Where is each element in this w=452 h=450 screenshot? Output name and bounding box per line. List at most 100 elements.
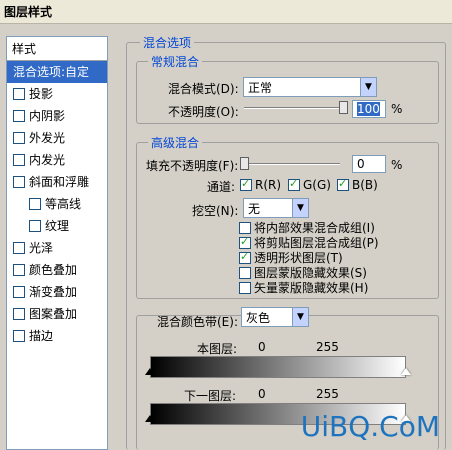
advanced-option-label: 矢量蒙版隐藏效果(H) xyxy=(254,281,369,295)
advanced-option-checkbox[interactable] xyxy=(239,221,251,234)
style-list-items: 混合选项:自定投影内阴影外发光内发光斜面和浮雕等高线纹理光泽颜色叠加渐变叠加图案… xyxy=(7,61,107,347)
style-checkbox[interactable] xyxy=(13,176,25,188)
style-list-item-label: 混合选项:自定 xyxy=(13,65,90,79)
advanced-option[interactable]: 将内部效果混合成组(I) xyxy=(239,220,379,235)
style-checkbox[interactable] xyxy=(13,88,25,100)
this-layer-black-stop[interactable] xyxy=(145,368,155,375)
style-list-item-label: 光泽 xyxy=(29,241,54,255)
chevron-down-icon: ▼ xyxy=(360,78,376,96)
blend-mode-label: 混合模式(D): xyxy=(168,82,239,96)
advanced-option[interactable]: 矢量蒙版隐藏效果(H) xyxy=(239,280,379,295)
fill-opacity-input[interactable]: 0 xyxy=(352,155,386,173)
advanced-option[interactable]: 将剪贴图层混合成组(P) xyxy=(239,235,379,250)
knockout-select[interactable]: 无 ▼ xyxy=(243,198,309,218)
opacity-unit: % xyxy=(391,102,403,116)
style-checkbox[interactable] xyxy=(29,220,41,232)
this-layer-gradient xyxy=(150,356,406,378)
blend-if-value: 灰色 xyxy=(246,310,271,325)
fill-opacity-slider-thumb[interactable] xyxy=(240,157,249,170)
style-list-item[interactable]: 内发光 xyxy=(7,149,107,171)
blend-mode-value: 正常 xyxy=(248,80,273,95)
style-list-item[interactable]: 光泽 xyxy=(7,237,107,259)
channel-r[interactable]: R(R) xyxy=(240,177,282,192)
channel-b-checkbox[interactable] xyxy=(337,177,349,191)
opacity-label: 不透明度(O): xyxy=(168,105,239,119)
advanced-option-checkbox[interactable] xyxy=(239,281,251,294)
blend-if-label: 混合颜色带(E): xyxy=(157,315,238,329)
channel-g-checkbox[interactable] xyxy=(288,177,300,191)
style-checkbox[interactable] xyxy=(13,132,25,144)
opacity-slider-thumb[interactable] xyxy=(339,101,348,114)
style-list-item[interactable]: 纹理 xyxy=(7,215,107,237)
style-list-item[interactable]: 渐变叠加 xyxy=(7,281,107,303)
blend-if-select[interactable]: 灰色 ▼ xyxy=(241,307,309,327)
style-list-item-label: 内阴影 xyxy=(29,109,66,123)
style-checkbox[interactable] xyxy=(13,286,25,298)
style-list-item[interactable]: 混合选项:自定 xyxy=(7,61,107,83)
this-layer-max: 255 xyxy=(316,340,339,354)
style-list-item-label: 外发光 xyxy=(29,131,66,145)
style-list: 样式 混合选项:自定投影内阴影外发光内发光斜面和浮雕等高线纹理光泽颜色叠加渐变叠… xyxy=(6,36,108,450)
underlying-layer-black-stop[interactable] xyxy=(145,415,155,422)
style-list-item-label: 等高线 xyxy=(45,197,82,211)
advanced-option-checkbox[interactable] xyxy=(239,235,251,249)
opacity-input[interactable]: 100 xyxy=(352,100,386,118)
style-list-item-label: 斜面和浮雕 xyxy=(29,175,90,189)
style-checkbox[interactable] xyxy=(13,264,25,276)
advanced-option[interactable]: 图层蒙版隐藏效果(S) xyxy=(239,265,379,280)
this-layer-min: 0 xyxy=(258,340,266,354)
style-list-item-label: 内发光 xyxy=(29,153,66,167)
style-list-item[interactable]: 描边 xyxy=(7,325,107,347)
advanced-blending-title: 高级混合 xyxy=(148,134,203,151)
channel-r-checkbox[interactable] xyxy=(240,177,252,191)
blending-options-title: 混合选项 xyxy=(140,34,195,51)
fill-opacity-label: 填充不透明度(F): xyxy=(146,159,239,173)
style-list-item-label: 描边 xyxy=(29,329,54,343)
style-checkbox[interactable] xyxy=(13,110,25,122)
channel-b-label: B(B) xyxy=(352,178,378,192)
style-list-item[interactable]: 投影 xyxy=(7,83,107,105)
style-list-item[interactable]: 图案叠加 xyxy=(7,303,107,325)
fill-opacity-unit: % xyxy=(391,158,403,172)
style-checkbox[interactable] xyxy=(13,154,25,166)
channel-g-label: G(G) xyxy=(303,178,331,192)
channels-label: 通道: xyxy=(207,180,236,194)
chevron-down-icon: ▼ xyxy=(292,199,308,217)
style-list-header[interactable]: 样式 xyxy=(7,37,107,61)
channel-g[interactable]: G(G) xyxy=(288,177,331,192)
chevron-down-icon: ▼ xyxy=(292,308,308,326)
advanced-option-checkbox[interactable] xyxy=(239,266,251,279)
channel-b[interactable]: B(B) xyxy=(337,177,378,192)
this-layer-white-stop[interactable] xyxy=(401,368,411,375)
this-layer-label: 本图层: xyxy=(197,342,238,356)
channel-r-label: R(R) xyxy=(255,178,282,192)
style-list-item-label: 图案叠加 xyxy=(29,307,78,321)
style-checkbox[interactable] xyxy=(29,198,41,210)
knockout-label: 挖空(N): xyxy=(192,204,239,218)
style-checkbox[interactable] xyxy=(13,242,25,254)
underlying-layer-min: 0 xyxy=(258,387,266,401)
underlying-layer-max: 255 xyxy=(316,387,339,401)
advanced-options-list: 将内部效果混合成组(I)将剪贴图层混合成组(P)透明形状图层(T)图层蒙版隐藏效… xyxy=(239,220,379,295)
blend-mode-select[interactable]: 正常 ▼ xyxy=(243,77,377,97)
advanced-option[interactable]: 透明形状图层(T) xyxy=(239,250,379,265)
style-checkbox[interactable] xyxy=(13,330,25,342)
style-list-item[interactable]: 内阴影 xyxy=(7,105,107,127)
style-list-item-label: 颜色叠加 xyxy=(29,263,78,277)
fill-opacity-slider-track xyxy=(240,163,340,165)
fill-opacity-slider[interactable] xyxy=(240,157,340,170)
style-list-item[interactable]: 等高线 xyxy=(7,193,107,215)
knockout-value: 无 xyxy=(248,201,261,216)
opacity-slider-track xyxy=(244,107,344,109)
style-list-item-label: 投影 xyxy=(29,87,54,101)
style-list-item-label: 纹理 xyxy=(45,219,70,233)
style-list-item[interactable]: 颜色叠加 xyxy=(7,259,107,281)
watermark-logo: UiBQ.CoM xyxy=(300,410,440,443)
style-list-item[interactable]: 外发光 xyxy=(7,127,107,149)
advanced-option-checkbox[interactable] xyxy=(239,250,251,264)
opacity-slider[interactable] xyxy=(244,101,348,114)
general-blending-title: 常规混合 xyxy=(148,53,203,70)
style-list-item[interactable]: 斜面和浮雕 xyxy=(7,171,107,193)
style-checkbox[interactable] xyxy=(13,308,25,320)
style-list-item-label: 渐变叠加 xyxy=(29,285,78,299)
